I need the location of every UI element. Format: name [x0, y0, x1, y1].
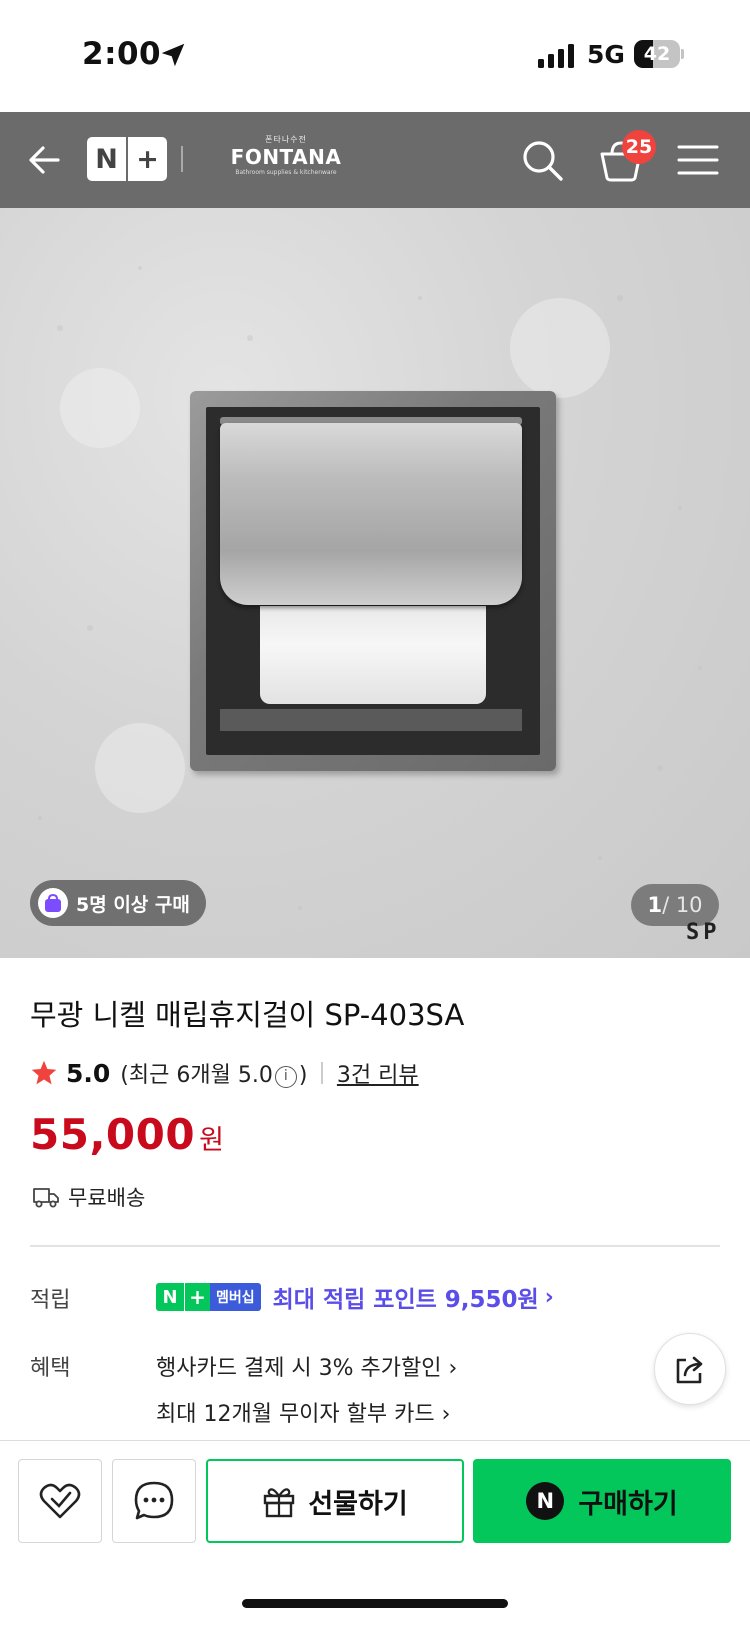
recent-rating-text: (최근 6개월 5.0 [120, 1063, 273, 1088]
rating-score: 5.0 [66, 1058, 111, 1088]
naver-plus-logo[interactable]: N + [87, 137, 167, 181]
membership-plus: + [184, 1283, 210, 1311]
share-button[interactable] [654, 1333, 726, 1405]
battery-percent: 42 [643, 43, 671, 65]
brand-name: FONTANA [230, 145, 342, 169]
benefit-card-discount[interactable]: 행사카드 결제 시 3% 추가할인 › [156, 1350, 457, 1382]
sp-watermark: SP [686, 920, 721, 945]
shipping-row: 무료배송 [32, 1182, 145, 1212]
heart-check-icon [39, 1483, 81, 1519]
brand-logo[interactable]: 폰타나수전 FONTANA Bathroom supplies & kitche… [230, 134, 342, 176]
status-bar: 2:00 5G 42 [0, 0, 750, 112]
page-current: 1 [647, 893, 663, 917]
naver-membership-badge: N + 멤버십 [156, 1283, 261, 1311]
shopping-bag-icon [38, 888, 68, 918]
buyers-badge: 5명 이상 구매 [30, 880, 206, 926]
holder-cover [220, 423, 522, 605]
plus-icon: + [136, 143, 159, 175]
chat-button[interactable] [112, 1459, 196, 1543]
rating-row: 5.0 (최근 6개월 5.0 i) 3건 리뷰 [30, 1056, 419, 1090]
naver-pay-icon: N [526, 1482, 565, 1520]
shipping-text: 무료배송 [68, 1186, 146, 1210]
membership-n: N [156, 1283, 184, 1311]
gift-label: 선물하기 [308, 1488, 408, 1520]
battery-icon: 42 [634, 40, 684, 68]
benefits-label: 혜택 [30, 1356, 71, 1381]
share-icon [676, 1356, 703, 1384]
cellular-signal-icon [538, 44, 574, 68]
product-price: 55,000 [30, 1110, 196, 1159]
benefit-installment[interactable]: 최대 12개월 무이자 할부 카드 › [156, 1396, 450, 1428]
buy-label: 구매하기 [578, 1488, 678, 1520]
membership-label: 멤버십 [210, 1283, 261, 1311]
buyers-badge-text: 5명 이상 구매 [76, 893, 190, 916]
price-currency: 원 [199, 1125, 224, 1156]
network-type: 5G [587, 40, 625, 69]
review-count-link[interactable]: 3건 리뷰 [337, 1057, 419, 1089]
chat-bubble-icon [134, 1481, 174, 1520]
cart-count-badge: 25 [622, 130, 656, 164]
points-label: 적립 [30, 1288, 71, 1313]
buy-button[interactable]: N 구매하기 [473, 1459, 731, 1543]
star-icon [31, 1060, 57, 1085]
header-divider [181, 146, 183, 172]
menu-icon[interactable] [676, 142, 720, 178]
brand-korean: 폰타나수전 [265, 135, 307, 144]
status-time: 2:00 [82, 36, 162, 72]
section-divider [30, 1245, 720, 1247]
info-icon[interactable]: i [274, 1066, 297, 1088]
toilet-paper-holder [190, 391, 556, 771]
search-icon[interactable] [520, 138, 566, 184]
max-points-text: 최대 적립 포인트 9,550원 [272, 1287, 539, 1313]
rating-separator [321, 1062, 323, 1084]
back-arrow-icon[interactable] [24, 138, 68, 182]
product-image[interactable]: 5명 이상 구매 1/ 10 SP [0, 208, 750, 958]
truck-icon [33, 1188, 59, 1208]
recent-rating-close: ) [298, 1063, 308, 1088]
location-arrow-icon [161, 43, 185, 67]
naver-n-icon: N [95, 143, 118, 175]
home-indicator[interactable] [242, 1599, 508, 1608]
brand-subtitle: Bathroom supplies & kitchenware [235, 169, 337, 176]
recent-rating: (최근 6개월 5.0 i) [120, 1057, 307, 1089]
points-row[interactable]: N + 멤버십 최대 적립 포인트 9,550원 › [156, 1280, 554, 1314]
paper-roll [260, 606, 486, 704]
price-row: 55,000 원 [30, 1110, 224, 1159]
product-title: 무광 니켈 매립휴지걸이 SP-403SA [30, 998, 465, 1032]
wishlist-button[interactable] [18, 1459, 102, 1543]
gift-button[interactable]: 선물하기 [206, 1459, 464, 1543]
page-total: / 10 [662, 893, 703, 917]
gift-icon [264, 1488, 295, 1518]
chevron-right-icon: › [544, 1284, 554, 1310]
